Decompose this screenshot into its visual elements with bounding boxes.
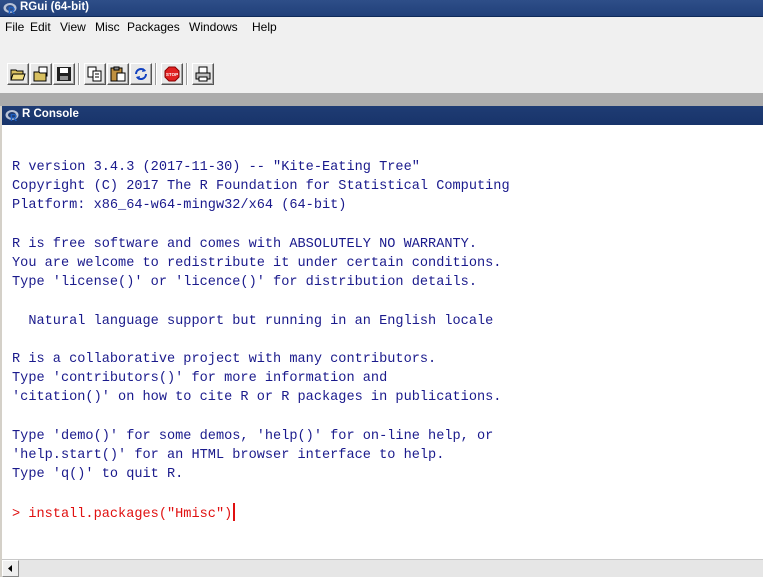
console-title: R Console [22, 108, 79, 120]
console-line: R version 3.4.3 (2017-11-30) -- "Kite-Ea… [12, 160, 420, 175]
console-line: Type 'demo()' for some demos, 'help()' f… [12, 428, 494, 444]
console-output[interactable]: R version 3.4.3 (2017-11-30) -- "Kite-Ea… [12, 158, 752, 558]
console-line: Copyright (C) 2017 The R Foundation for … [12, 179, 510, 195]
menu-file[interactable]: File [4, 20, 25, 34]
copy-icon [87, 66, 102, 82]
console-line: Type 'q()' to quit R. [12, 467, 184, 482]
console-line: 'citation()' on how to cite R or R packa… [12, 390, 502, 406]
menu-windows[interactable]: Windows [188, 20, 239, 34]
open-script-button[interactable] [7, 63, 29, 85]
copy-paste-button[interactable] [130, 63, 152, 85]
open-script-icon [10, 69, 26, 81]
paste-icon [110, 66, 126, 82]
arrow-left-icon [8, 565, 12, 572]
console-title-bar[interactable]: R R Console [2, 106, 763, 125]
console-line: Platform: x86_64-w64-mingw32/x64 (64-bit… [12, 198, 347, 214]
toolbar-separator [186, 63, 188, 85]
r-logo-icon: R [5, 110, 19, 122]
console-line: R is free software and comes with ABSOLU… [12, 236, 477, 252]
menu-packages[interactable]: Packages [126, 20, 181, 34]
svg-text:R: R [8, 6, 16, 15]
menu-view[interactable]: View [59, 20, 87, 34]
console-line: R is a collaborative project with many c… [12, 351, 437, 367]
svg-text:R: R [10, 113, 18, 122]
stop-icon: STOP [164, 66, 180, 82]
console-line: You are welcome to redistribute it under… [12, 255, 502, 271]
console-line: Type 'contributors()' for more informati… [12, 371, 388, 387]
mdi-client-area: R R Console R version 3.4.3 (2017-11-30)… [0, 93, 763, 577]
print-icon [195, 66, 211, 82]
toolbar-separator [155, 63, 157, 85]
print-button[interactable] [192, 63, 214, 85]
menu-edit[interactable]: Edit [29, 20, 52, 34]
load-workspace-button[interactable] [30, 63, 52, 85]
r-logo-icon: R [3, 3, 17, 15]
console-line: Natural language support but running in … [12, 313, 494, 329]
toolbar: STOP [0, 38, 763, 93]
command-input[interactable]: > install.packages("Hmisc") [12, 507, 232, 522]
stop-button[interactable]: STOP [161, 63, 183, 85]
menu-misc[interactable]: Misc [94, 20, 121, 34]
copy-paste-icon [135, 68, 147, 80]
command-prompt-line[interactable]: > install.packages("Hmisc") [12, 503, 752, 522]
menu-bar: File Edit View Misc Packages Windows Hel… [0, 17, 763, 38]
save-button[interactable] [53, 63, 75, 85]
save-icon [57, 67, 71, 81]
window-title: RGui (64-bit) [20, 1, 89, 13]
copy-button[interactable] [84, 63, 106, 85]
horizontal-scrollbar[interactable] [2, 559, 763, 577]
stop-label: STOP [166, 72, 178, 77]
toolbar-separator [78, 63, 80, 85]
r-console-window[interactable]: R R Console R version 3.4.3 (2017-11-30)… [0, 106, 763, 577]
paste-button[interactable] [107, 63, 129, 85]
text-cursor [233, 503, 236, 522]
menu-help[interactable]: Help [251, 20, 278, 34]
console-line: 'help.start()' for an HTML browser inter… [12, 447, 445, 463]
console-line: Type 'license()' or 'licence()' for dist… [12, 275, 477, 291]
load-workspace-icon [33, 66, 48, 82]
window-title-bar[interactable]: R RGui (64-bit) [0, 0, 763, 17]
scroll-left-button[interactable] [2, 560, 19, 577]
